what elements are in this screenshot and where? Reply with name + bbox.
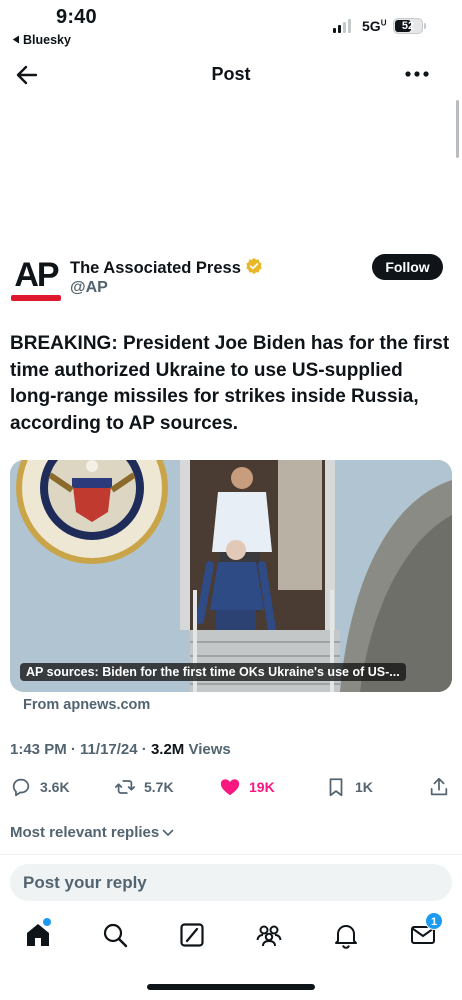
notifications-icon: [335, 925, 357, 949]
author-handle[interactable]: @AP: [70, 279, 108, 297]
tab-home[interactable]: [24, 918, 54, 951]
views-count: 3.2M: [150, 741, 185, 758]
battery-cap: [424, 23, 426, 29]
views-label: Views: [188, 741, 231, 758]
post-actions: 3.6K 5.7K 19K 1K: [0, 776, 462, 802]
cellular-signal-icon: [333, 19, 351, 33]
battery-icon: 52: [393, 18, 423, 34]
post-text: BREAKING: President Joe Biden has for th…: [10, 333, 450, 434]
repost-icon: [114, 780, 136, 794]
reply-icon: [12, 778, 30, 797]
replies-sort-label: Most relevant replies: [10, 824, 160, 841]
back-app-label: Bluesky: [23, 33, 71, 47]
battery-level: 52: [401, 20, 415, 32]
share-button[interactable]: [428, 776, 450, 798]
share-icon: [430, 777, 448, 796]
avatar[interactable]: AP: [10, 256, 62, 308]
scrollbar[interactable]: [456, 100, 459, 158]
network-label: 5G: [362, 18, 381, 34]
bookmark-icon: [329, 778, 343, 797]
reply-button[interactable]: 3.6K: [10, 776, 70, 798]
more-options-icon[interactable]: [404, 64, 430, 84]
like-count: 19K: [249, 779, 275, 795]
avatar-logo-underline: [11, 295, 61, 301]
post-header: Post: [0, 54, 462, 96]
replies-sort-dropdown[interactable]: Most relevant replies: [10, 824, 174, 841]
meta-separator: ·: [70, 741, 81, 758]
media-card[interactable]: AP sources: Biden for the first time OKs…: [10, 460, 452, 692]
like-button[interactable]: 19K: [219, 776, 275, 798]
post-date: 11/17/24: [80, 741, 138, 758]
author-name[interactable]: The Associated Press: [70, 257, 263, 280]
communities-icon: [256, 925, 282, 947]
tab-notifications[interactable]: [332, 921, 362, 951]
back-triangle-icon: [12, 33, 20, 47]
grok-icon: [180, 923, 204, 947]
tab-messages[interactable]: 1: [409, 912, 443, 951]
back-to-app-link[interactable]: Bluesky: [12, 33, 71, 47]
avatar-logo-text: AP: [14, 256, 59, 294]
search-icon: [103, 923, 128, 948]
media-image: [10, 460, 452, 692]
chevron-down-icon: [162, 829, 174, 836]
reply-input[interactable]: [23, 864, 443, 901]
home-unread-dot: [43, 918, 51, 926]
post-time: 1:43 PM: [10, 741, 67, 758]
repost-count: 5.7K: [144, 779, 174, 795]
post-meta: 1:43 PM · 11/17/24 · 3.2M Views: [10, 741, 231, 758]
divider: [0, 854, 462, 855]
tab-communities[interactable]: [255, 921, 285, 951]
home-indicator[interactable]: [147, 984, 315, 990]
bookmark-count: 1K: [355, 779, 373, 795]
media-caption: AP sources: Biden for the first time OKs…: [20, 663, 406, 681]
author-name-label: The Associated Press: [70, 259, 241, 277]
reply-composer[interactable]: [10, 864, 452, 901]
network-type: 5GU: [362, 18, 387, 34]
source-link[interactable]: From apnews.com: [23, 697, 150, 713]
messages-badge: 1: [425, 912, 443, 930]
reply-count: 3.6K: [40, 779, 70, 795]
status-time: 9:40: [56, 6, 97, 28]
bottom-tab-bar: 1: [0, 912, 462, 959]
tab-grok[interactable]: [178, 921, 208, 951]
follow-button[interactable]: Follow: [372, 254, 443, 280]
meta-separator: ·: [141, 741, 151, 758]
tab-search[interactable]: [101, 921, 131, 951]
page-title: Post: [211, 64, 251, 84]
heart-filled-icon: [220, 779, 240, 796]
repost-button[interactable]: 5.7K: [114, 776, 174, 798]
verified-badge-icon: [245, 257, 263, 280]
bookmark-button[interactable]: 1K: [325, 776, 373, 798]
status-bar: 9:40 Bluesky 5GU 52: [0, 0, 462, 52]
